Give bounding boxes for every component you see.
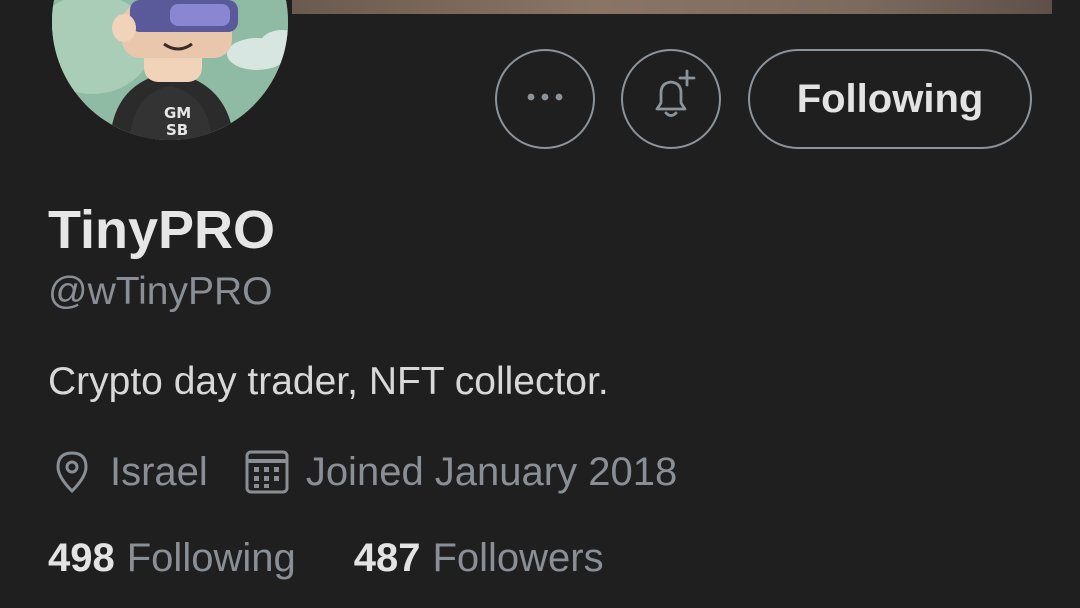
- join-date-text: Joined January 2018: [305, 449, 678, 494]
- avatar-text-top: GM: [164, 104, 191, 122]
- following-button[interactable]: Following: [748, 49, 1032, 149]
- more-options-button[interactable]: [495, 49, 595, 149]
- profile-handle: @wTinyPRO: [48, 270, 273, 313]
- avatar-illustration: GM SB: [52, 0, 288, 140]
- followers-label: Followers: [432, 535, 604, 580]
- calendar-icon: [244, 449, 290, 495]
- display-name: TinyPRO: [48, 200, 276, 260]
- avatar[interactable]: GM SB: [52, 0, 288, 140]
- notifications-button[interactable]: [621, 49, 721, 149]
- location-text: Israel: [110, 449, 208, 494]
- following-stat[interactable]: 498 Following: [48, 536, 296, 581]
- followers-count: 487: [353, 535, 421, 580]
- profile-bio: Crypto day trader, NFT collector.: [48, 360, 609, 403]
- more-icon: [525, 90, 565, 108]
- following-label: Following: [126, 535, 296, 580]
- profile-meta: Israel Joined January 2018: [50, 446, 677, 498]
- followers-stat[interactable]: 487 Followers: [354, 536, 604, 581]
- location-pin-icon: [50, 449, 94, 495]
- following-count: 498: [48, 535, 115, 580]
- follow-stats: 498 Following 487 Followers: [48, 532, 604, 584]
- avatar-text-bottom: SB: [166, 121, 188, 139]
- location: Israel: [50, 449, 208, 495]
- banner-image: [292, 0, 1052, 14]
- bell-plus-icon: [643, 69, 699, 130]
- join-date: Joined January 2018: [244, 449, 677, 495]
